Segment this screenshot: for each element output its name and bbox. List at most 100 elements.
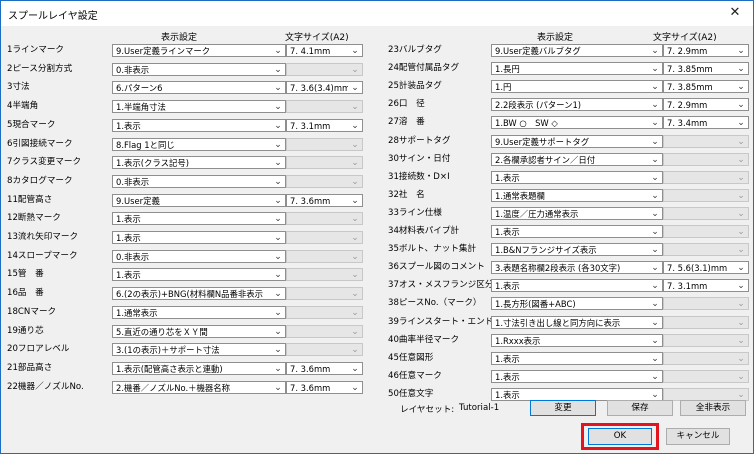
setting-label: 2ピース分割方式 xyxy=(7,63,73,74)
hide-all-button[interactable]: 全非表示 xyxy=(680,400,746,416)
display-setting-dropdown[interactable]: 1.B&Nフランジサイズ表示 ⌄ xyxy=(491,243,663,257)
text-size-value: 7. 2.9mm xyxy=(667,100,708,111)
chevron-down-icon: ⌄ xyxy=(651,46,659,56)
chevron-down-icon: ⌄ xyxy=(651,371,659,382)
text-size-value: 7. 3.85mm xyxy=(667,82,713,93)
display-setting-dropdown[interactable]: 9.User定義 ⌄ xyxy=(112,193,286,207)
chevron-down-icon: ⌄ xyxy=(274,102,282,113)
display-setting-dropdown[interactable]: 1.通常表題欄 ⌄ xyxy=(491,188,663,202)
display-setting-dropdown[interactable]: 1.表示 ⌄ xyxy=(112,231,286,244)
display-setting-dropdown[interactable]: 3.表題名称欄2段表示 (各30文字) ⌄ xyxy=(491,261,663,275)
chevron-down-icon: ⌄ xyxy=(737,371,745,382)
display-setting-dropdown[interactable]: 1.表示(配管高さ表示と連動) ⌄ xyxy=(112,361,286,375)
chevron-down-icon: ⌄ xyxy=(651,190,659,201)
chevron-down-icon: ⌄ xyxy=(351,345,359,356)
chevron-down-icon: ⌄ xyxy=(737,46,745,56)
text-size-value xyxy=(290,251,348,262)
setting-label: 34材料表パイプ計 xyxy=(388,226,460,236)
text-size-dropdown[interactable]: 7. 3.1mm ⌄ xyxy=(663,279,749,293)
setting-label: 38ピースNo.（マーク） xyxy=(388,298,482,309)
display-setting-value: 1.通常表示 xyxy=(116,307,158,318)
display-setting-dropdown[interactable]: 6.(2の表示)+BNG(材料欄N品番非表示 ⌄ xyxy=(112,287,286,301)
display-setting-dropdown[interactable]: 1.長方形(図番+ABC) ⌄ xyxy=(491,297,663,311)
display-setting-dropdown[interactable]: 1.表示 ⌄ xyxy=(112,118,286,132)
display-setting-dropdown[interactable]: 9.User定義サポートタグ ⌄ xyxy=(491,134,663,148)
display-setting-dropdown[interactable]: 1.表示 ⌄ xyxy=(491,369,663,383)
chevron-down-icon: ⌄ xyxy=(274,83,282,94)
display-setting-dropdown[interactable]: 2.各欄承認者サイン／日付 ⌄ xyxy=(491,152,663,166)
display-setting-dropdown[interactable]: 5.直近の通り芯をＸＹ間 ⌄ xyxy=(112,324,286,338)
chevron-down-icon: ⌄ xyxy=(651,263,659,274)
display-setting-value: 1.表示 xyxy=(116,214,141,225)
change-button[interactable]: 変更 xyxy=(530,400,596,416)
display-setting-dropdown[interactable]: 1.温度／圧力通常表示 ⌄ xyxy=(491,206,663,220)
display-setting-dropdown[interactable]: 1.BW ○ SW ◇ ⌄ xyxy=(491,116,663,130)
text-size-dropdown[interactable]: 7. 3.85mm ⌄ xyxy=(663,80,749,94)
text-size-dropdown[interactable]: 7. 3.1mm ⌄ xyxy=(286,118,363,132)
text-size-dropdown[interactable]: 7. 4.1mm ⌄ xyxy=(286,44,363,57)
display-setting-dropdown[interactable]: 1.表示 ⌄ xyxy=(491,170,663,184)
display-setting-value: 6.(2の表示)+BNG(材料欄N品番非表示 xyxy=(116,289,264,300)
display-setting-dropdown[interactable]: 1.表示 ⌄ xyxy=(491,387,663,401)
text-size-dropdown: ⌄ xyxy=(286,324,363,338)
chevron-down-icon: ⌄ xyxy=(351,102,359,113)
text-size-dropdown[interactable]: 7. 3.85mm ⌄ xyxy=(663,62,749,76)
display-setting-dropdown[interactable]: 0.非表示 ⌄ xyxy=(112,249,286,263)
setting-label: 33ライン仕様 xyxy=(388,207,442,218)
display-setting-dropdown[interactable]: 1.表示 ⌄ xyxy=(112,212,286,226)
display-setting-dropdown[interactable]: 1.寸法引き出し線と同方向に表示 ⌄ xyxy=(491,315,663,329)
chevron-down-icon: ⌄ xyxy=(651,317,659,328)
display-setting-dropdown[interactable]: 9.User定義ラインマーク ⌄ xyxy=(112,44,286,57)
display-setting-dropdown[interactable]: 9.User定義バルブタグ ⌄ xyxy=(491,44,663,57)
chevron-down-icon: ⌄ xyxy=(737,172,745,183)
display-setting-dropdown[interactable]: 0.非表示 ⌄ xyxy=(112,62,286,76)
setting-label: 30サイン・日付 xyxy=(388,153,451,164)
text-size-dropdown[interactable]: 7. 3.6mm ⌄ xyxy=(286,361,363,375)
save-button[interactable]: 保存 xyxy=(607,400,673,416)
display-setting-dropdown[interactable]: 6.パターン6 ⌄ xyxy=(112,81,286,95)
chevron-down-icon: ⌄ xyxy=(737,299,745,310)
chevron-down-icon: ⌄ xyxy=(737,190,745,201)
text-size-value: 7. 5.6(3.1)mm xyxy=(667,263,728,274)
text-size-dropdown[interactable]: 7. 3.6mm ⌄ xyxy=(286,193,363,207)
display-setting-dropdown[interactable]: 1.長円 ⌄ xyxy=(491,62,663,76)
text-size-value: 7. 4.1mm xyxy=(290,46,331,56)
text-size-value xyxy=(667,298,734,309)
display-setting-value: 1.Rxxx表示 xyxy=(495,335,541,346)
setting-label: 1ラインマーク xyxy=(7,45,65,55)
layer-set-value: Tutorial-1 xyxy=(459,403,500,413)
text-size-dropdown[interactable]: 7. 2.9mm ⌄ xyxy=(663,44,749,57)
close-icon[interactable]: ✕ xyxy=(725,4,745,22)
display-setting-value: 1.表示 xyxy=(116,270,141,281)
text-size-value xyxy=(290,307,348,318)
text-size-dropdown[interactable]: 7. 2.9mm ⌄ xyxy=(663,98,749,112)
display-setting-dropdown[interactable]: 1.半端角寸法 ⌄ xyxy=(112,100,286,114)
chevron-down-icon: ⌄ xyxy=(274,251,282,262)
display-setting-dropdown[interactable]: 1.表示(クラス記号) ⌄ xyxy=(112,156,286,170)
text-size-dropdown[interactable]: 7. 3.6(3.4)mm ⌄ xyxy=(286,81,363,95)
ok-button[interactable]: OK xyxy=(588,428,652,445)
display-setting-dropdown[interactable]: 2.2段表示 (パターン1) ⌄ xyxy=(491,98,663,112)
display-setting-dropdown[interactable]: 0.非表示 ⌄ xyxy=(112,174,286,188)
text-size-dropdown[interactable]: 7. 5.6(3.1)mm ⌄ xyxy=(663,261,749,275)
text-size-dropdown[interactable]: 7. 3.6mm ⌄ xyxy=(286,380,363,394)
display-setting-dropdown[interactable]: 1.表示 ⌄ xyxy=(491,225,663,238)
display-setting-dropdown[interactable]: 1.表示 ⌄ xyxy=(491,351,663,365)
display-setting-dropdown[interactable]: 2.機番／ノズルNo.＋機器名称 ⌄ xyxy=(112,380,286,394)
text-size-dropdown: ⌄ xyxy=(286,212,363,226)
display-setting-dropdown[interactable]: 1.Rxxx表示 ⌄ xyxy=(491,333,663,347)
text-size-dropdown[interactable]: 7. 3.4mm ⌄ xyxy=(663,116,749,130)
chevron-down-icon: ⌄ xyxy=(737,227,745,237)
cancel-button[interactable]: キャンセル xyxy=(666,428,730,445)
text-size-value xyxy=(667,244,734,255)
display-setting-dropdown[interactable]: 1.円 ⌄ xyxy=(491,80,663,94)
display-setting-value: 1.表示 xyxy=(495,172,520,183)
display-setting-dropdown[interactable]: 1.表示 ⌄ xyxy=(491,279,663,293)
setting-label: 4半端角 xyxy=(7,101,39,112)
display-setting-dropdown[interactable]: 3.(1の表示)＋サポート寸法 ⌄ xyxy=(112,343,286,357)
display-setting-dropdown[interactable]: 8.Flag 1と同じ ⌄ xyxy=(112,137,286,151)
header-size-left: 文字サイズ(A2) xyxy=(285,33,349,43)
display-setting-dropdown[interactable]: 1.表示 ⌄ xyxy=(112,268,286,282)
display-setting-dropdown[interactable]: 1.通常表示 ⌄ xyxy=(112,305,286,319)
display-setting-value: 1.表示 xyxy=(116,120,141,131)
